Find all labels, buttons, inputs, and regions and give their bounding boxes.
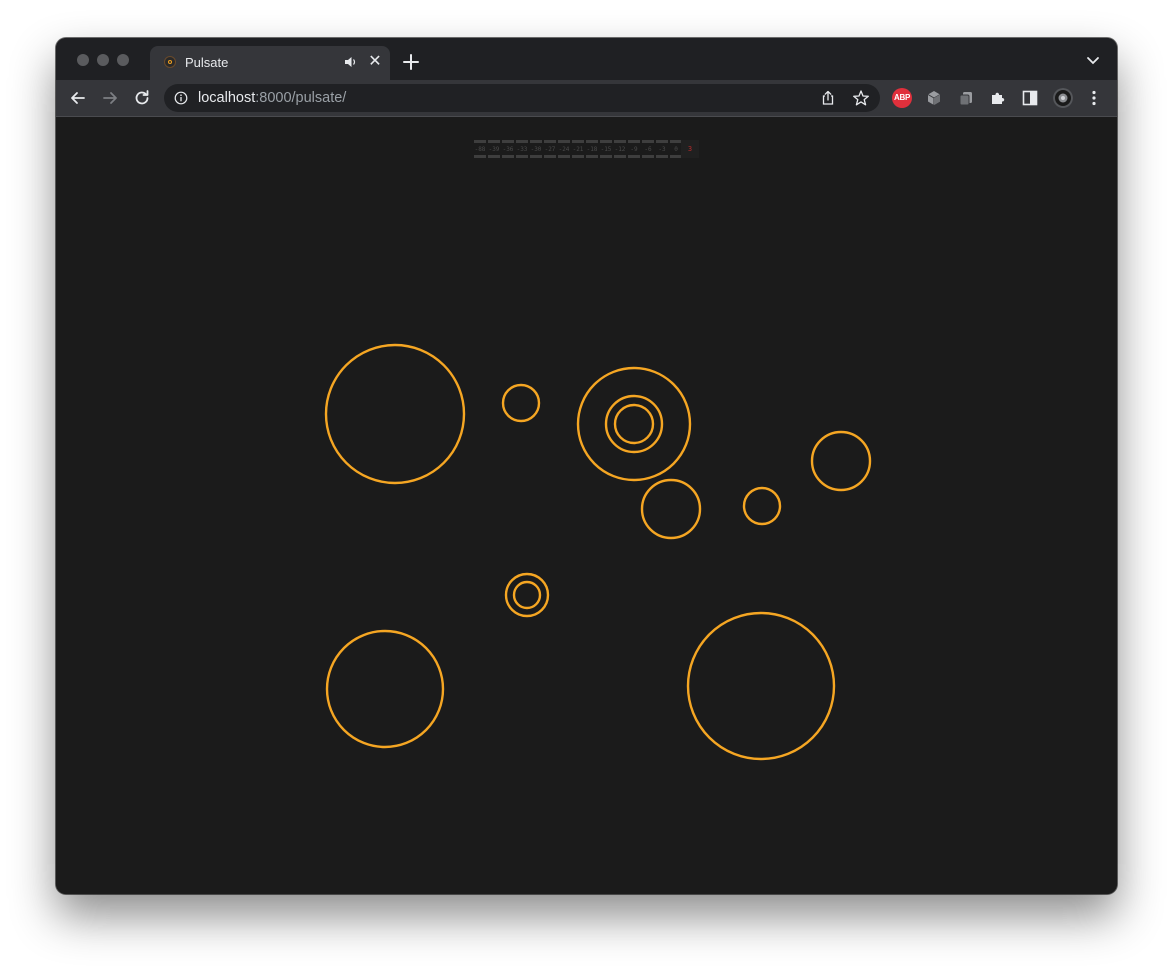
favicon-icon bbox=[164, 56, 176, 68]
minimize-window-button[interactable] bbox=[97, 54, 109, 66]
pulse-ring bbox=[640, 478, 702, 540]
pulse-ring bbox=[613, 403, 655, 445]
pulse-ring bbox=[686, 611, 836, 761]
extensions-puzzle-icon[interactable] bbox=[988, 88, 1008, 108]
tab-strip: Pulsate ✕ bbox=[56, 38, 1117, 80]
back-button[interactable] bbox=[68, 88, 88, 108]
profile-avatar[interactable] bbox=[1053, 88, 1073, 108]
zoom-window-button[interactable] bbox=[117, 54, 129, 66]
pulse-ring bbox=[504, 572, 550, 618]
pulse-ring bbox=[512, 580, 542, 610]
pulse-ring bbox=[324, 343, 466, 485]
url-path: :8000/pulsate/ bbox=[255, 90, 347, 106]
adblock-extension-icon[interactable]: ABP bbox=[892, 88, 912, 108]
pulse-ring bbox=[810, 430, 872, 492]
pulse-canvas bbox=[324, 343, 872, 761]
avatar-icon bbox=[1058, 93, 1068, 103]
url-host: localhost bbox=[198, 90, 256, 106]
pulse-ring bbox=[501, 383, 541, 423]
copy-extension-icon[interactable] bbox=[956, 88, 976, 108]
share-icon[interactable] bbox=[820, 90, 836, 106]
tab-close-button[interactable]: ✕ bbox=[366, 53, 384, 71]
pulse-ring bbox=[325, 629, 445, 749]
pulse-ring bbox=[576, 366, 692, 482]
address-bar[interactable]: localhost:8000/pulsate/ bbox=[164, 84, 880, 112]
site-info-icon[interactable] bbox=[174, 91, 188, 105]
tab-pulsate[interactable]: Pulsate ✕ bbox=[150, 46, 390, 80]
url-text[interactable]: localhost:8000/pulsate/ bbox=[198, 90, 346, 106]
more-menu-icon[interactable] bbox=[1084, 88, 1104, 108]
cube-extension-icon[interactable] bbox=[924, 88, 944, 108]
close-window-button[interactable] bbox=[77, 54, 89, 66]
pulse-ring bbox=[742, 486, 782, 526]
bookmark-star-icon[interactable] bbox=[852, 89, 870, 107]
forward-button[interactable] bbox=[100, 88, 120, 108]
side-panel-icon[interactable] bbox=[1020, 88, 1040, 108]
speaker-icon[interactable] bbox=[344, 55, 358, 69]
reload-button[interactable] bbox=[132, 88, 152, 108]
toolbar: localhost:8000/pulsate/ ABP bbox=[56, 80, 1117, 116]
browser-window: Pulsate ✕ localhost:8000/pulsate/ ABP -8… bbox=[56, 38, 1117, 894]
new-tab-button[interactable] bbox=[400, 51, 422, 73]
tab-title: Pulsate bbox=[185, 55, 229, 70]
chevron-down-icon[interactable] bbox=[1086, 56, 1100, 66]
page-content: -88 -39 -36 -33 -30 -27 -24 -21 -18 -15 -12 -9 -6 -3 0… bbox=[56, 117, 1117, 894]
